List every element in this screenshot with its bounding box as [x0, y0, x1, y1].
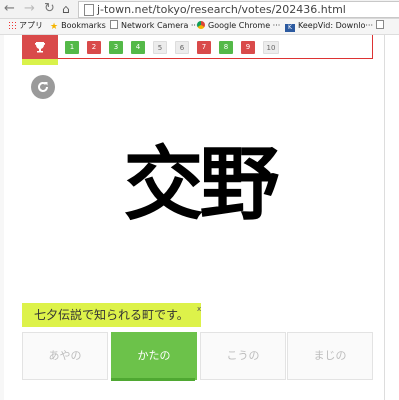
bookmark-network-camera[interactable]: Network Camera ···	[110, 20, 199, 32]
selected-underline	[111, 378, 195, 381]
vote-number-3[interactable]: 3	[109, 41, 123, 54]
keepvid-icon: K	[285, 24, 295, 32]
bookmarks-bar: アプリ ★ Bookmarks Network Camera ··· Google…	[0, 19, 399, 35]
bookmark-apps[interactable]: アプリ	[8, 20, 43, 32]
page-icon	[84, 4, 94, 16]
choice-ayano[interactable]: あやの	[22, 332, 108, 380]
vote-number-4[interactable]: 4	[131, 41, 145, 54]
home-icon[interactable]: ⌂	[62, 2, 70, 16]
apps-icon	[8, 21, 16, 29]
page-icon	[110, 20, 118, 29]
bookmark-google-chrome[interactable]: Google Chrome ···	[197, 20, 280, 32]
chrome-icon	[197, 21, 205, 29]
trophy-button[interactable]	[22, 35, 58, 59]
choice-kouno[interactable]: こうの	[200, 332, 286, 380]
vote-number-6[interactable]: 6	[175, 41, 189, 54]
url-text[interactable]: j-town.net/tokyo/research/votes/202436.h…	[97, 2, 346, 17]
choice-majino[interactable]: まじの	[287, 332, 373, 380]
page-icon	[376, 20, 384, 29]
address-bar[interactable]: j-town.net/tokyo/research/votes/202436.h…	[78, 1, 399, 18]
bookmark-bookmarks[interactable]: ★ Bookmarks	[50, 20, 106, 33]
refresh-icon	[38, 82, 48, 92]
hint-close-icon[interactable]: x	[197, 305, 201, 313]
vote-number-8[interactable]: 8	[219, 41, 233, 54]
vote-number-10[interactable]: 10	[263, 41, 279, 54]
active-indicator	[22, 59, 58, 65]
vote-number-2[interactable]: 2	[87, 41, 101, 54]
vote-number-7[interactable]: 7	[197, 41, 211, 54]
back-arrow-icon[interactable]: ←	[4, 1, 15, 16]
choice-katano[interactable]: かたの	[111, 332, 197, 380]
bookmark-extra[interactable]	[376, 20, 387, 32]
star-icon: ★	[50, 22, 59, 32]
answer-choices: あやの かたの こうの まじの	[22, 332, 373, 380]
refresh-button[interactable]	[31, 75, 55, 99]
bookmark-keepvid[interactable]: K KeepVid: Downlo···	[285, 20, 373, 32]
quiz-kanji: 交野	[123, 138, 280, 231]
hint-text: 七夕伝説で知られる町です。	[22, 303, 201, 327]
trophy-icon	[35, 42, 45, 53]
vote-number-9[interactable]: 9	[241, 41, 255, 54]
vote-number-5[interactable]: 5	[153, 41, 167, 54]
vote-number-1[interactable]: 1	[65, 41, 79, 54]
reload-icon[interactable]: ↻	[44, 1, 55, 16]
browser-toolbar: ← → ↻ ⌂ j-town.net/tokyo/research/votes/…	[0, 0, 399, 19]
forward-arrow-icon[interactable]: →	[24, 1, 35, 16]
